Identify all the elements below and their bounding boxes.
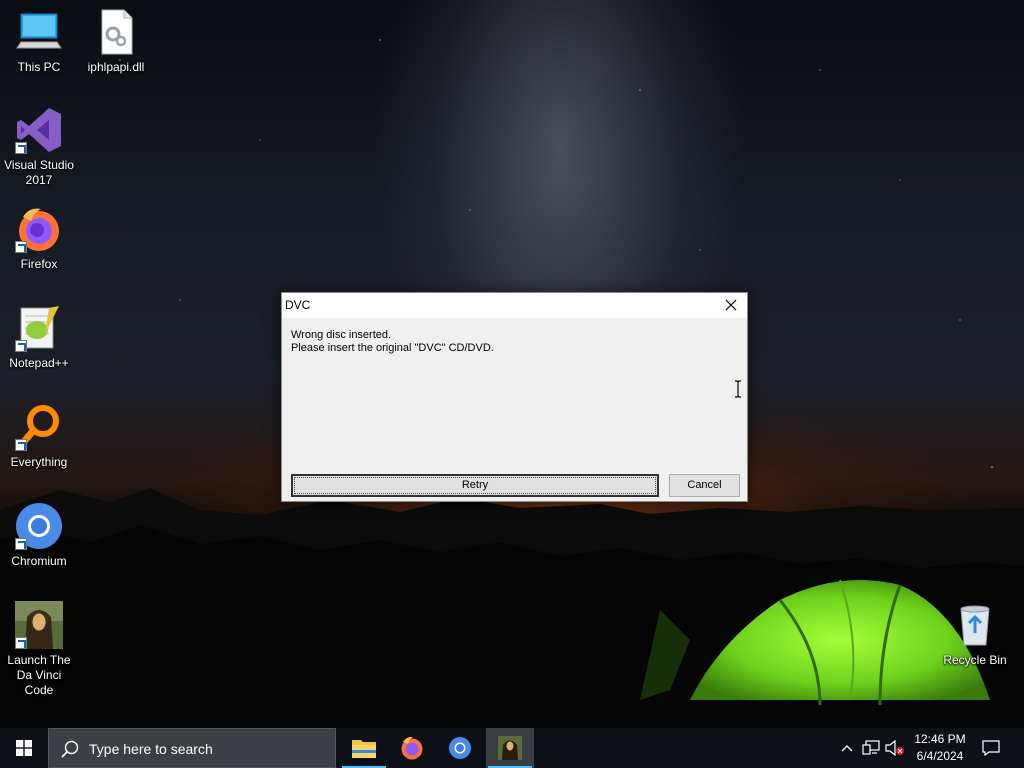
desktop-icon-da-vinci-code[interactable]: Launch The Da Vinci Code xyxy=(1,601,77,698)
start-button[interactable] xyxy=(0,728,48,768)
taskbar-app-chromium[interactable] xyxy=(436,728,484,768)
everything-search-icon xyxy=(15,403,63,451)
desktop-icon-iphlpapi-dll[interactable]: iphlpapi.dll xyxy=(78,8,154,75)
mona-lisa-icon xyxy=(15,601,63,649)
desktop-icon-label: iphlpapi.dll xyxy=(87,60,145,74)
desktop-icon-label: Notepad++ xyxy=(9,356,69,370)
error-dialog: DVC Wrong disc inserted. Please insert t… xyxy=(281,292,748,502)
cancel-button-label: Cancel xyxy=(687,479,722,491)
chromium-icon xyxy=(449,737,471,759)
dialog-title: DVC xyxy=(285,298,311,312)
firefox-icon xyxy=(401,736,423,760)
recycle-bin-icon xyxy=(951,601,999,649)
shortcut-arrow-icon xyxy=(15,241,27,253)
desktop-icon-label: Recycle Bin xyxy=(943,653,1007,667)
cancel-button[interactable]: Cancel xyxy=(669,474,740,497)
search-icon xyxy=(61,740,79,758)
desktop-icon-firefox[interactable]: Firefox xyxy=(1,205,77,272)
network-tray-button[interactable] xyxy=(860,728,882,768)
taskbar-app-file-explorer[interactable] xyxy=(340,728,388,768)
this-pc-icon xyxy=(15,8,63,56)
volume-muted-icon xyxy=(885,740,904,756)
desktop-icon-visual-studio-2017[interactable]: Visual Studio 2017 xyxy=(1,106,77,188)
taskbar: Type here to search 12:46 PM 6/4/2024 xyxy=(0,728,1024,768)
desktop-icon-this-pc[interactable]: This PC xyxy=(1,8,77,75)
desktop-icon-recycle-bin[interactable]: Recycle Bin xyxy=(937,601,1013,668)
show-hidden-icons-button[interactable] xyxy=(838,728,856,768)
desktop-icon-label: Launch The Da Vinci Code xyxy=(7,653,71,697)
desktop-icon-label: Everything xyxy=(10,455,68,469)
dialog-message: Wrong disc inserted. Please insert the o… xyxy=(291,329,494,355)
firefox-icon xyxy=(15,205,63,253)
focus-rectangle xyxy=(294,477,656,494)
visual-studio-icon xyxy=(15,106,63,154)
dialog-message-line: Wrong disc inserted. xyxy=(291,329,392,341)
file-explorer-icon xyxy=(352,740,376,758)
desktop-icon-label: Chromium xyxy=(11,554,67,568)
notification-icon xyxy=(982,740,1000,756)
clock[interactable]: 12:46 PM 6/4/2024 xyxy=(905,731,975,765)
close-button[interactable] xyxy=(717,293,745,317)
desktop-icon-label: Visual Studio 2017 xyxy=(4,158,74,187)
dll-file-icon xyxy=(92,8,140,56)
shortcut-arrow-icon xyxy=(15,340,27,352)
text-cursor-icon xyxy=(735,380,741,398)
shortcut-arrow-icon xyxy=(15,439,27,451)
desktop-icon-notepad-plus-plus[interactable]: Notepad++ xyxy=(1,304,77,371)
desktop-icon-everything[interactable]: Everything xyxy=(1,403,77,470)
desktop-icon-label: Firefox xyxy=(20,257,58,271)
dialog-titlebar[interactable]: DVC xyxy=(282,293,747,318)
windows-logo-icon xyxy=(16,740,32,756)
desktop-icon-label: This PC xyxy=(17,60,61,74)
dialog-message-line: Please insert the original "DVC" CD/DVD. xyxy=(291,342,494,354)
shortcut-arrow-icon xyxy=(15,142,27,154)
notepad-plus-plus-icon xyxy=(15,304,63,352)
action-center-button[interactable] xyxy=(976,728,1006,768)
volume-tray-button[interactable] xyxy=(884,728,906,768)
desktop-icon-chromium[interactable]: Chromium xyxy=(1,502,77,569)
search-placeholder: Type here to search xyxy=(89,741,213,757)
clock-time: 12:46 PM xyxy=(914,732,966,746)
search-input[interactable]: Type here to search xyxy=(48,728,336,768)
clock-date: 6/4/2024 xyxy=(916,749,964,763)
da-vinci-code-icon xyxy=(498,736,522,760)
retry-button[interactable]: Retry xyxy=(291,474,659,497)
taskbar-app-da-vinci-code[interactable] xyxy=(486,728,534,768)
chromium-icon xyxy=(15,502,63,550)
close-icon xyxy=(725,299,737,311)
chevron-up-icon xyxy=(841,745,853,752)
network-icon xyxy=(862,740,880,755)
shortcut-arrow-icon xyxy=(15,637,27,649)
taskbar-app-firefox[interactable] xyxy=(388,728,436,768)
shortcut-arrow-icon xyxy=(15,538,27,550)
